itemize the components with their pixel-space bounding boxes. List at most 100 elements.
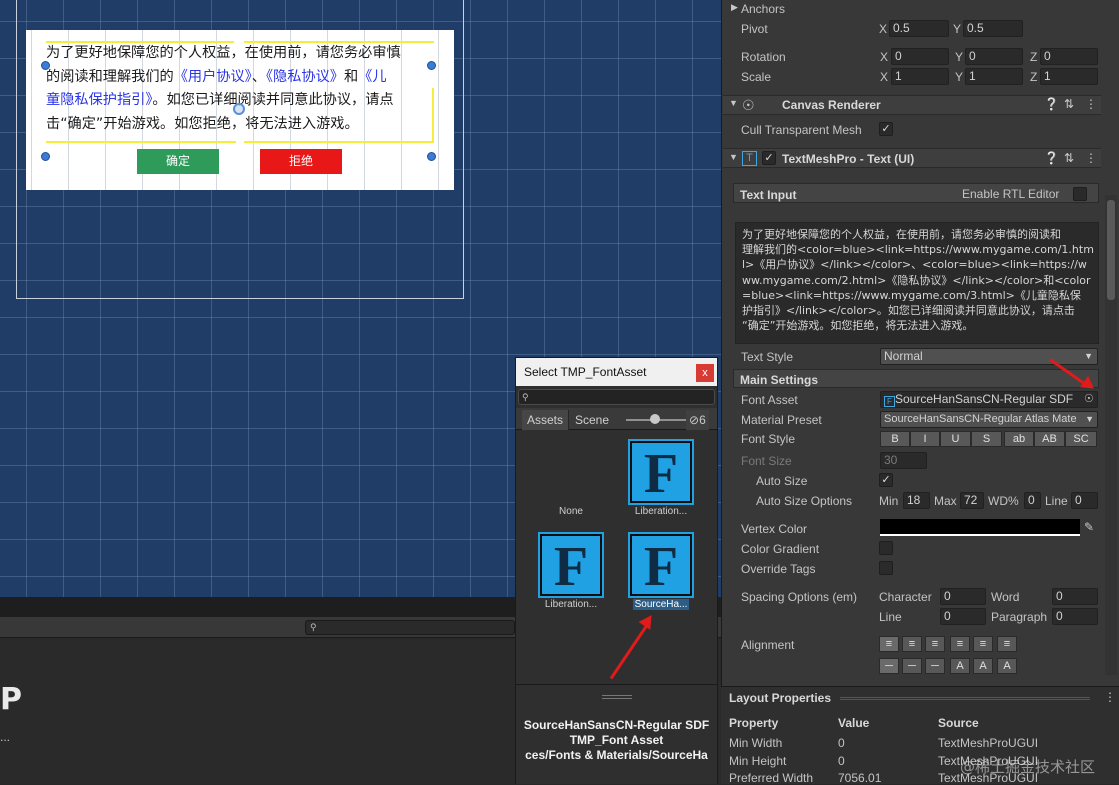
scale-y-field[interactable]: 1 [965, 68, 1023, 85]
auto-size-wd-field[interactable]: 0 [1024, 492, 1041, 509]
anchors-foldout[interactable]: Anchors [741, 2, 785, 16]
preset-icon[interactable]: ⇅ [1064, 151, 1074, 165]
scale-x-field[interactable]: 1 [891, 68, 949, 85]
agreement-text-segment: 、 [251, 68, 266, 85]
help-icon[interactable]: ❔ [1044, 151, 1059, 165]
smallcaps-button[interactable]: SC [1065, 431, 1097, 447]
cull-transparent-mesh-checkbox[interactable]: ✓ [879, 122, 893, 136]
auto-size-checkbox[interactable]: ✓ [879, 473, 893, 487]
pivot-x-field[interactable]: 0.5 [889, 20, 949, 37]
align-flush-button[interactable]: ≡ [973, 636, 993, 652]
auto-size-min-field[interactable]: 18 [903, 492, 930, 509]
rotation-z-field[interactable]: 0 [1040, 48, 1098, 65]
align-bottom-button[interactable]: ─ [925, 658, 945, 674]
auto-size-line-field[interactable]: 0 [1071, 492, 1098, 509]
confirm-button[interactable]: 确定 [137, 149, 219, 174]
text-input-title: Text Input [740, 188, 797, 202]
italic-button[interactable]: I [910, 431, 940, 447]
scale-label: Scale [741, 70, 772, 84]
align-baseline-button[interactable]: A [950, 658, 970, 674]
popup-search-input[interactable]: ⚲ [518, 389, 715, 405]
kebab-menu-icon[interactable]: ⋮ [1085, 151, 1097, 165]
uppercase-button[interactable]: AB [1034, 431, 1065, 447]
auto-size-max-field[interactable]: 72 [960, 492, 984, 509]
foldout-arrow-icon[interactable]: ▶ [731, 2, 738, 13]
asset-item-none[interactable]: None [531, 506, 611, 517]
color-gradient-checkbox[interactable] [879, 541, 893, 555]
rect-handle[interactable] [41, 152, 50, 161]
rect-handle[interactable] [41, 61, 50, 70]
vertex-color-swatch[interactable] [880, 519, 1080, 536]
project-search-input[interactable]: ⚲ [305, 620, 515, 635]
word-label: Word [991, 590, 1020, 604]
asset-item-sourcehan[interactable]: SourceHa... [621, 599, 701, 610]
scrollbar-thumb[interactable] [1107, 200, 1115, 300]
align-center-button[interactable]: ≡ [902, 636, 922, 652]
foldout-arrow-icon[interactable]: ▼ [729, 152, 738, 162]
align-right-button[interactable]: ≡ [925, 636, 945, 652]
textmeshpro-icon: T [742, 151, 757, 166]
line-spacing-label: Line [879, 610, 902, 624]
help-icon[interactable]: ❔ [1044, 97, 1059, 111]
child-privacy-link[interactable]: 《儿 [358, 69, 386, 85]
align-capline-button[interactable]: A [997, 658, 1017, 674]
watermark: @稀土掘金技术社区 [960, 758, 1096, 776]
paragraph-spacing-field[interactable]: 0 [1052, 608, 1098, 625]
override-tags-checkbox[interactable] [879, 561, 893, 575]
hidden-assets-toggle[interactable]: ⊘6 [686, 410, 709, 430]
underline-button[interactable]: U [940, 431, 971, 447]
rect-handle[interactable] [427, 61, 436, 70]
component-enabled-checkbox[interactable]: ✓ [762, 151, 776, 165]
paragraph-label: Paragraph [991, 610, 1048, 624]
material-preset-dropdown[interactable]: SourceHanSansCN-Regular Atlas Mate ▼ [880, 411, 1098, 428]
align-midline-button[interactable]: A [973, 658, 993, 674]
text-style-value: Normal [884, 349, 923, 363]
foldout-arrow-icon[interactable]: ▼ [729, 98, 738, 108]
font-asset-icon[interactable]: F [538, 532, 604, 598]
lowercase-button[interactable]: ab [1004, 431, 1034, 447]
asset-item-liberation[interactable]: Liberation... [531, 599, 611, 610]
rotation-x-field[interactable]: 0 [891, 48, 949, 65]
child-privacy-link[interactable]: 童隐私保护指引》 [46, 92, 152, 108]
font-asset-icon[interactable]: F [628, 439, 694, 505]
agreement-dialog[interactable]: 为了更好地保障您的个人权益，在使用前，请您务必审慎 的阅读和理解我们的《用户协议… [26, 30, 454, 190]
align-justify-button[interactable]: ≡ [950, 636, 970, 652]
scale-z-field[interactable]: 1 [1040, 68, 1098, 85]
font-asset-field[interactable]: F SourceHanSansCN-Regular SDF [880, 391, 1098, 408]
slider-knob[interactable] [650, 414, 660, 424]
select-font-asset-window[interactable]: Select TMP_FontAsset x ⚲ Assets Scene ⊘6… [515, 357, 718, 784]
rect-handle[interactable] [427, 152, 436, 161]
bold-button[interactable]: B [880, 431, 910, 447]
align-top-button[interactable]: ─ [879, 658, 899, 674]
agreement-text: 为了更好地保障您的个人权益，在使用前，请您务必审慎 的阅读和理解我们的《用户协议… [46, 42, 438, 136]
privacy-agreement-link[interactable]: 《隐私协议》 [266, 69, 344, 85]
pivot-handle[interactable] [233, 103, 245, 115]
resize-grip[interactable] [602, 695, 632, 699]
user-agreement-link[interactable]: 《用户协议》 [174, 69, 252, 85]
align-middle-button[interactable]: ─ [902, 658, 922, 674]
eyedropper-icon[interactable]: ✎ [1084, 520, 1094, 534]
rotation-y-field[interactable]: 0 [965, 48, 1023, 65]
text-input-area[interactable]: 为了更好地保障您的个人权益，在使用前，请您务必审慎的阅读和 理解我们的<colo… [735, 222, 1099, 344]
character-spacing-field[interactable]: 0 [940, 588, 986, 605]
kebab-menu-icon[interactable]: ⋮ [1104, 690, 1116, 704]
close-button[interactable]: x [696, 364, 714, 382]
line-spacing-field[interactable]: 0 [940, 608, 986, 625]
word-spacing-field[interactable]: 0 [1052, 588, 1098, 605]
reject-button[interactable]: 拒绝 [260, 149, 342, 174]
preset-icon[interactable]: ⇅ [1064, 97, 1074, 111]
drag-handle[interactable] [840, 697, 1090, 700]
font-size-field[interactable]: 30 [880, 452, 927, 469]
tab-scene[interactable]: Scene [570, 410, 614, 430]
font-asset-icon[interactable]: F [628, 532, 694, 598]
text-input-line: 为了更好地保障您的个人权益，在使用前，请您务必审慎的阅读和 [742, 228, 1061, 241]
strikethrough-button[interactable]: S [971, 431, 1002, 447]
tab-assets[interactable]: Assets [522, 410, 570, 430]
align-left-button[interactable]: ≡ [879, 636, 899, 652]
asset-item-liberation[interactable]: Liberation... [621, 506, 701, 517]
text-style-dropdown[interactable]: Normal ▼ [880, 348, 1098, 365]
kebab-menu-icon[interactable]: ⋮ [1085, 97, 1097, 111]
align-geometry-button[interactable]: ≡ [997, 636, 1017, 652]
pivot-y-field[interactable]: 0.5 [963, 20, 1023, 37]
enable-rtl-checkbox[interactable] [1073, 187, 1087, 201]
